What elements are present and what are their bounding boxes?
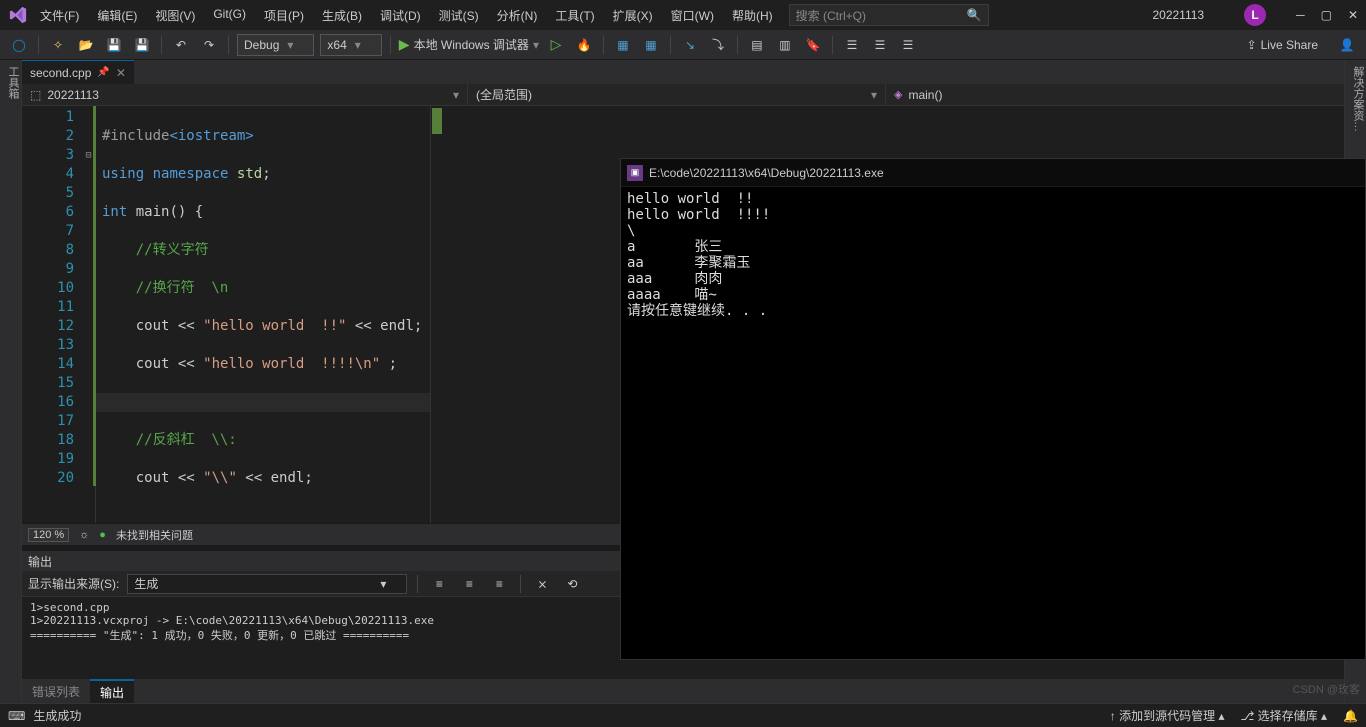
menu-git[interactable]: Git(G) xyxy=(209,5,250,26)
menu-debug[interactable]: 调试(D) xyxy=(376,5,425,26)
title-bar: 文件(F) 编辑(E) 视图(V) Git(G) 项目(P) 生成(B) 调试(… xyxy=(0,0,1366,30)
config-select[interactable]: Debug xyxy=(237,34,314,56)
toolbox-tab[interactable]: 工具箱 xyxy=(0,60,22,703)
menu-extensions[interactable]: 扩展(X) xyxy=(609,5,657,26)
output-window-icon[interactable]: ⌨ xyxy=(8,709,25,723)
main-menu: 文件(F) 编辑(E) 视图(V) Git(G) 项目(P) 生成(B) 调试(… xyxy=(36,5,777,26)
console-output: hello world !! hello world !!!! \ a 张三 a… xyxy=(621,187,1365,659)
search-placeholder: 搜索 (Ctrl+Q) xyxy=(796,7,866,24)
tb-icon-5[interactable]: ☰ xyxy=(897,34,919,56)
menu-edit[interactable]: 编辑(E) xyxy=(93,5,141,26)
menu-window[interactable]: 窗口(W) xyxy=(667,5,718,26)
play-no-debug-icon[interactable]: ▷ xyxy=(545,34,567,56)
watermark: CSDN @玫客 xyxy=(1293,681,1360,697)
line-numbers: 1234567891011121314151617181920 xyxy=(22,106,82,523)
vs-logo-icon xyxy=(8,5,28,25)
search-icon: 🔍 xyxy=(967,8,982,22)
file-close-icon[interactable]: ✕ xyxy=(116,66,126,80)
minimize-button[interactable]: ─ xyxy=(1296,8,1305,22)
out-icon-3[interactable]: ≡ xyxy=(488,573,510,595)
nav-scope[interactable]: (全局范围)▾ xyxy=(468,84,886,105)
pin-icon[interactable]: 📌 xyxy=(97,67,109,78)
console-titlebar[interactable]: ▣ E:\code\20221113\x64\Debug\20221113.ex… xyxy=(621,159,1365,187)
menu-tools[interactable]: 工具(T) xyxy=(551,5,598,26)
scm-button[interactable]: ↑ 添加到源代码管理 ▴ xyxy=(1110,707,1225,724)
play-icon: ▶ xyxy=(399,36,410,53)
tb-icon-2[interactable]: ▦ xyxy=(640,34,662,56)
solution-name: 20221113 xyxy=(1152,8,1204,22)
redo-icon[interactable]: ↷ xyxy=(198,34,220,56)
file-tabs: second.cpp 📌 ✕ xyxy=(22,60,1366,84)
tb-icon-4[interactable]: ☰ xyxy=(869,34,891,56)
errors-tab[interactable]: 错误列表 xyxy=(22,679,90,703)
undo-icon[interactable]: ↶ xyxy=(170,34,192,56)
nav-function[interactable]: ◈main()▾ xyxy=(886,84,1366,105)
tb-icon-1[interactable]: ▦ xyxy=(612,34,634,56)
window-controls: ─ ▢ ✕ xyxy=(1296,8,1358,22)
code-text[interactable]: #include<iostream> using namespace std; … xyxy=(96,106,430,523)
maximize-button[interactable]: ▢ xyxy=(1321,8,1332,22)
bottom-tabs: 错误列表 输出 xyxy=(22,679,1366,703)
avatar[interactable]: L xyxy=(1244,4,1266,26)
new-item-icon[interactable]: ✧ xyxy=(47,34,69,56)
comment-icon[interactable]: ▤ xyxy=(746,34,768,56)
fold-column[interactable]: ⊟ xyxy=(82,106,96,523)
console-app-icon: ▣ xyxy=(627,165,643,181)
save-icon[interactable]: 💾 xyxy=(103,34,125,56)
toolbar: ◯ ✧ 📂 💾 💾 ↶ ↷ Debug x64 ▶ 本地 Windows 调试器… xyxy=(0,30,1366,60)
menu-view[interactable]: 视图(V) xyxy=(151,5,199,26)
issues-icon[interactable]: ☼ xyxy=(79,529,89,541)
menu-analyze[interactable]: 分析(N) xyxy=(493,5,542,26)
menu-build[interactable]: 生成(B) xyxy=(318,5,366,26)
nav-project[interactable]: ⬚20221113▾ xyxy=(22,84,468,105)
out-clear-icon[interactable]: ⨯ xyxy=(531,573,553,595)
out-icon-2[interactable]: ≡ xyxy=(458,573,480,595)
output-source-select[interactable]: 生成 xyxy=(127,574,407,594)
menu-help[interactable]: 帮助(H) xyxy=(728,5,777,26)
file-tab-second[interactable]: second.cpp 📌 ✕ xyxy=(22,60,134,84)
feedback-icon[interactable]: 👤 xyxy=(1336,34,1358,56)
out-icon-1[interactable]: ≡ xyxy=(428,573,450,595)
bookmark-icon[interactable]: 🔖 xyxy=(802,34,824,56)
method-icon: ◈ xyxy=(894,88,902,101)
output-tab[interactable]: 输出 xyxy=(90,679,134,703)
check-icon: ● xyxy=(99,529,106,541)
no-issues-label: 未找到相关问题 xyxy=(116,527,193,543)
liveshare-icon: ⇪ xyxy=(1247,38,1257,52)
step-into-icon[interactable]: ↘ xyxy=(679,34,701,56)
menu-project[interactable]: 项目(P) xyxy=(260,5,308,26)
menu-file[interactable]: 文件(F) xyxy=(36,5,83,26)
uncomment-icon[interactable]: ▥ xyxy=(774,34,796,56)
save-all-icon[interactable]: 💾 xyxy=(131,34,153,56)
open-icon[interactable]: 📂 xyxy=(75,34,97,56)
nav-back-icon[interactable]: ◯ xyxy=(8,34,30,56)
output-source-label: 显示输出来源(S): xyxy=(28,575,119,592)
close-button[interactable]: ✕ xyxy=(1348,8,1358,22)
build-status: 生成成功 xyxy=(33,707,81,724)
scroll-map[interactable] xyxy=(430,106,444,523)
start-debug-button[interactable]: ▶ 本地 Windows 调试器 ▾ xyxy=(399,36,539,53)
console-title-text: E:\code\20221113\x64\Debug\20221113.exe xyxy=(649,166,884,180)
out-wrap-icon[interactable]: ⟲ xyxy=(561,573,583,595)
tb-icon-3[interactable]: ☰ xyxy=(841,34,863,56)
live-share-button[interactable]: ⇪ Live Share xyxy=(1247,38,1318,52)
menu-test[interactable]: 测试(S) xyxy=(435,5,483,26)
zoom-select[interactable]: 120 % xyxy=(28,528,69,542)
hot-reload-icon[interactable]: 🔥 xyxy=(573,34,595,56)
nav-bar: ⬚20221113▾ (全局范围)▾ ◈main()▾ xyxy=(22,84,1366,106)
search-box[interactable]: 搜索 (Ctrl+Q) 🔍 xyxy=(789,4,989,26)
repo-button[interactable]: ⎇ 选择存储库 ▴ xyxy=(1241,707,1328,724)
console-window[interactable]: ▣ E:\code\20221113\x64\Debug\20221113.ex… xyxy=(620,158,1366,660)
platform-select[interactable]: x64 xyxy=(320,34,381,56)
status-bar: ⌨ 生成成功 ↑ 添加到源代码管理 ▴ ⎇ 选择存储库 ▴ 🔔 xyxy=(0,703,1366,727)
step-over-icon[interactable]: ⤵ xyxy=(707,34,729,56)
notification-icon[interactable]: 🔔 xyxy=(1343,709,1358,723)
